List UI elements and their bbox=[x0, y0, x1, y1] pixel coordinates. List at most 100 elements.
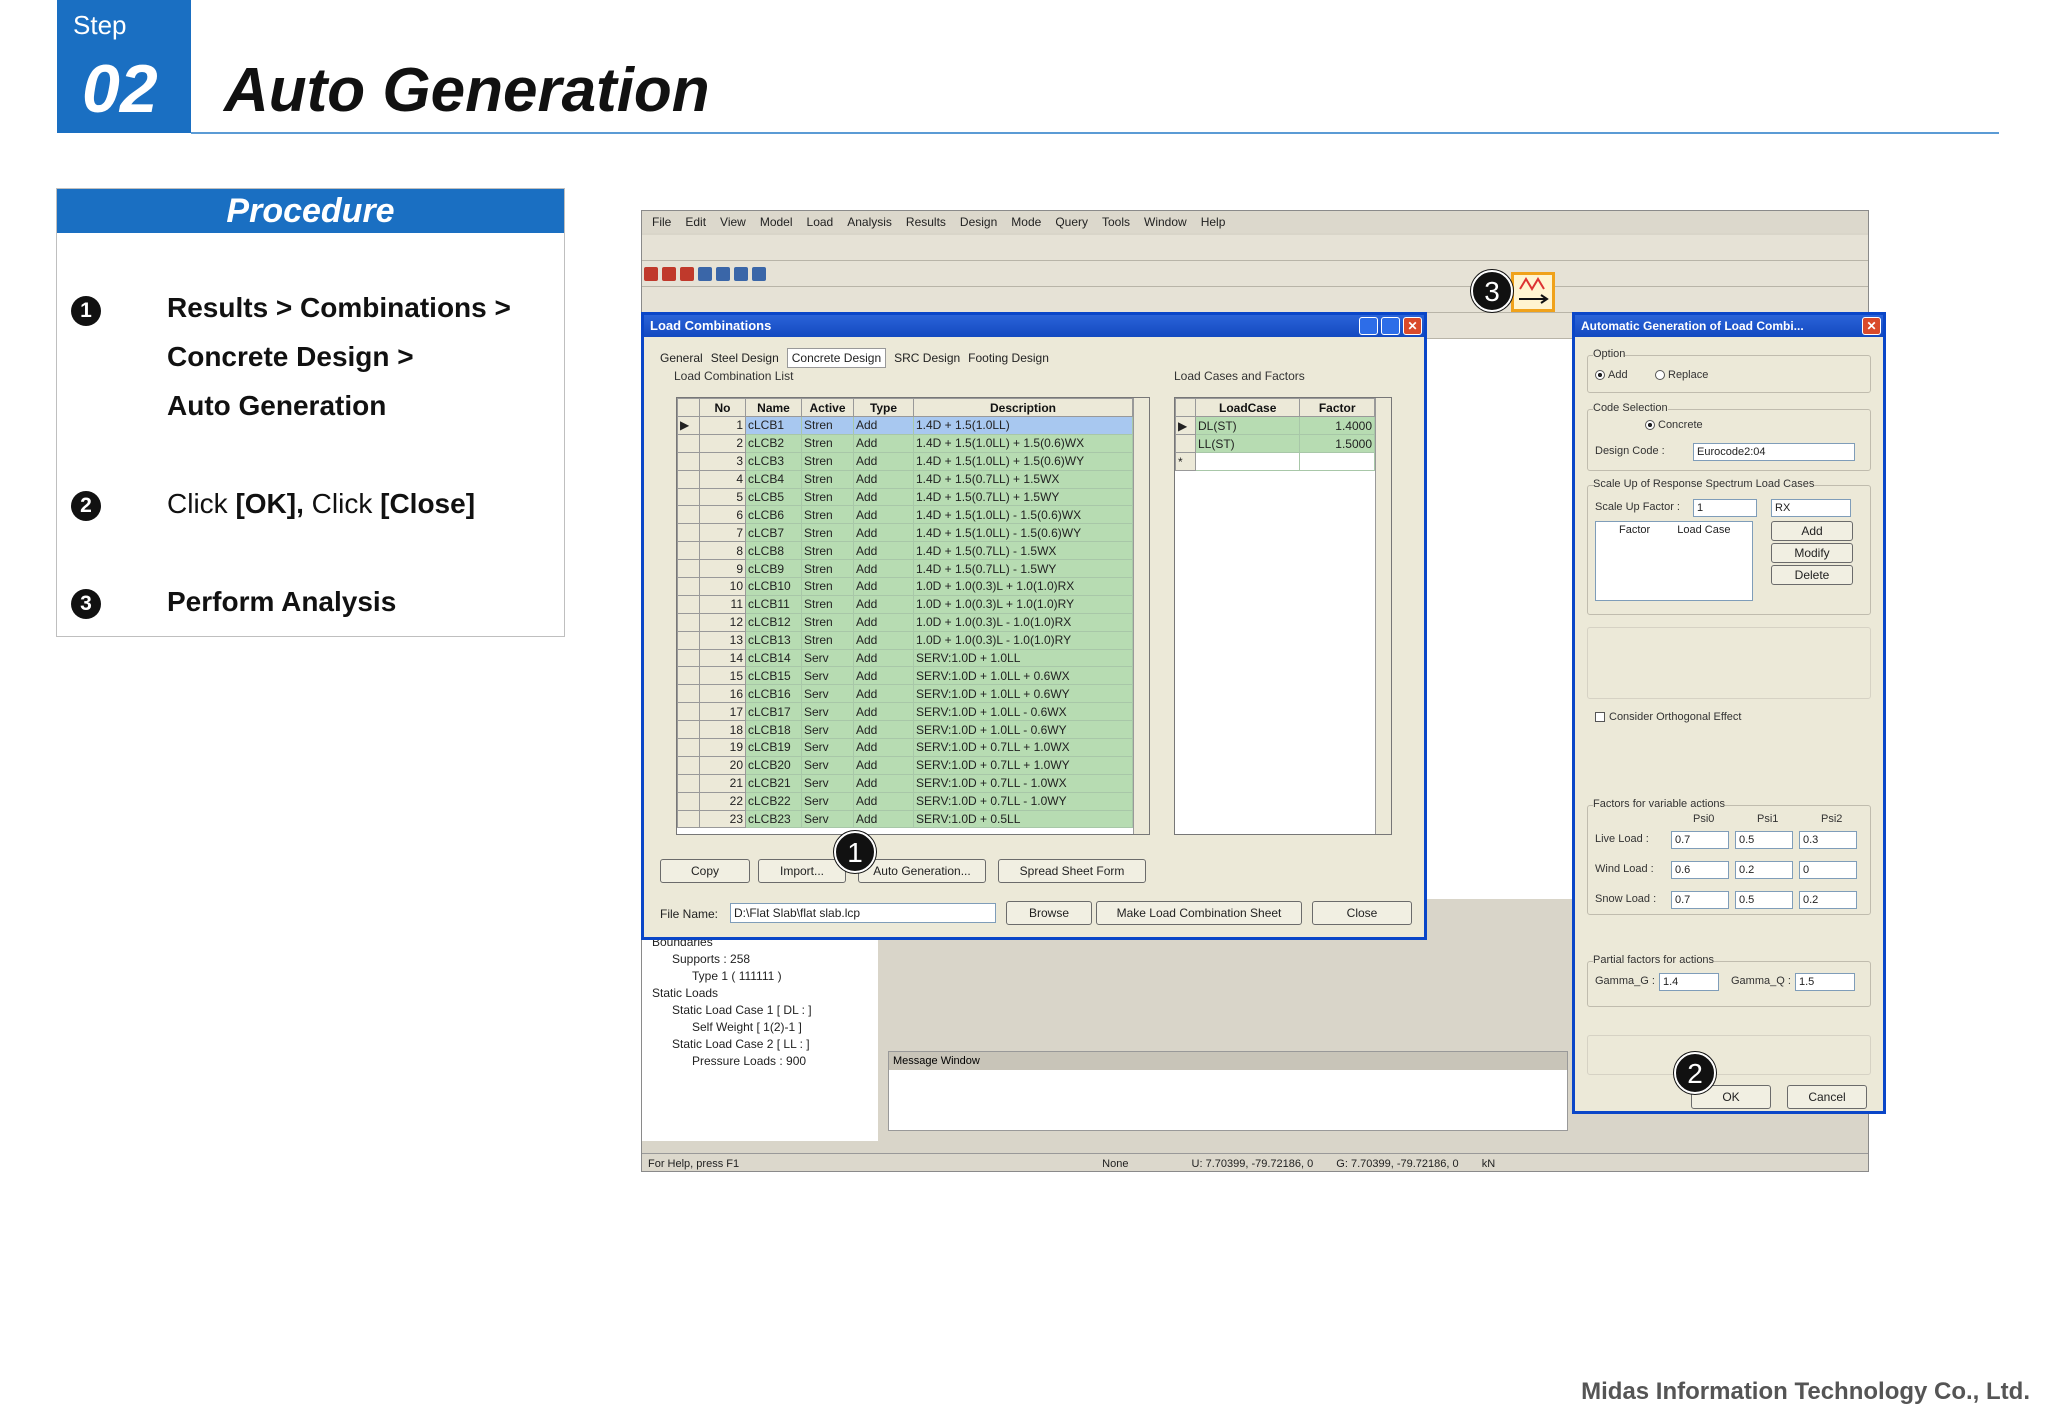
table-cell[interactable]: Add bbox=[853, 541, 914, 561]
tree-item[interactable]: Supports : 258 bbox=[642, 951, 878, 968]
load-case-factor-grid[interactable]: LoadCase Factor ▶ DL(ST) 1.4000 LL(ST) 1… bbox=[1174, 397, 1392, 835]
menu-item-query[interactable]: Query bbox=[1055, 215, 1088, 229]
table-cell[interactable]: Stren bbox=[801, 577, 854, 596]
table-cell[interactable]: cLCB5 bbox=[745, 487, 802, 507]
table-cell[interactable]: cLCB3 bbox=[745, 451, 802, 471]
tree-item[interactable]: Static Load Case 2 [ LL : ] bbox=[642, 1036, 878, 1053]
tab-steel-design[interactable]: Steel Design bbox=[711, 351, 779, 365]
table-cell[interactable]: SERV:1.0D + 0.7LL + 1.0WY bbox=[913, 755, 1133, 775]
table-row[interactable]: 20 cLCB20 Serv Add SERV:1.0D + 0.7LL + 1.0WY bbox=[677, 755, 1133, 775]
auto-generate-toolbar-icon[interactable] bbox=[1511, 272, 1555, 312]
scale-direction-select[interactable]: RX bbox=[1771, 499, 1851, 517]
tree-item[interactable]: Pressure Loads : 900 bbox=[642, 1053, 878, 1070]
menu-item-model[interactable]: Model bbox=[760, 215, 793, 229]
table-cell[interactable]: Add bbox=[853, 720, 914, 740]
factor-input[interactable]: 0.7 bbox=[1671, 831, 1729, 849]
table-cell[interactable]: Serv bbox=[801, 648, 854, 668]
table-row[interactable]: 2 cLCB2 Stren Add 1.4D + 1.5(1.0LL) + 1.5(0.… bbox=[677, 433, 1133, 453]
table-cell[interactable]: Add bbox=[853, 594, 914, 614]
table-cell[interactable]: Add bbox=[853, 559, 914, 579]
table-row[interactable]: 15 cLCB15 Serv Add SERV:1.0D + 1.0LL + 0.6WX bbox=[677, 666, 1133, 686]
table-cell[interactable]: cLCB2 bbox=[745, 433, 802, 453]
scale-factor-input[interactable]: 1 bbox=[1693, 499, 1757, 517]
table-row[interactable]: 16 cLCB16 Serv Add SERV:1.0D + 1.0LL + 0.6WY bbox=[677, 684, 1133, 704]
table-cell[interactable]: Add bbox=[853, 809, 914, 829]
table-cell[interactable]: Serv bbox=[801, 738, 854, 757]
table-cell[interactable]: Add bbox=[853, 523, 914, 543]
load-combination-grid[interactable]: No Name Active Type Description ▶ 1 cLCB1 S… bbox=[676, 397, 1150, 835]
tree-item[interactable]: Static Loads bbox=[642, 985, 878, 1002]
table-cell[interactable]: cLCB7 bbox=[745, 523, 802, 543]
table-cell[interactable]: 1.4D + 1.5(0.7LL) - 1.5WY bbox=[913, 559, 1133, 579]
make-load-combination-sheet-button[interactable]: Make Load Combination Sheet bbox=[1096, 901, 1302, 925]
factor-input[interactable]: 0 bbox=[1799, 861, 1857, 879]
table-cell[interactable]: cLCB10 bbox=[745, 577, 802, 596]
table-cell[interactable]: Add bbox=[853, 612, 914, 632]
toolbar-icon[interactable] bbox=[698, 267, 712, 281]
table-cell[interactable]: cLCB20 bbox=[745, 755, 802, 775]
menu-item-edit[interactable]: Edit bbox=[685, 215, 706, 229]
lcf-scrollbar[interactable] bbox=[1375, 398, 1391, 834]
maximize-button[interactable] bbox=[1381, 317, 1400, 335]
table-row[interactable]: 6 cLCB6 Stren Add 1.4D + 1.5(1.0LL) - 1.5(0.… bbox=[677, 505, 1133, 525]
tab-src-design[interactable]: SRC Design bbox=[894, 351, 960, 365]
factor-input[interactable]: 0.5 bbox=[1735, 891, 1793, 909]
table-cell[interactable]: 1.4D + 1.5(0.7LL) + 1.5WY bbox=[913, 487, 1133, 507]
table-cell[interactable]: Add bbox=[853, 702, 914, 722]
table-cell[interactable]: 1.4D + 1.5(1.0LL) + 1.5(0.6)WY bbox=[913, 451, 1133, 471]
menu-item-design[interactable]: Design bbox=[960, 215, 997, 229]
table-cell[interactable]: Serv bbox=[801, 809, 854, 829]
table-cell[interactable]: cLCB6 bbox=[745, 505, 802, 525]
table-cell[interactable]: cLCB15 bbox=[745, 666, 802, 686]
table-cell[interactable]: 1.0D + 1.0(0.3)L - 1.0(1.0)RX bbox=[913, 612, 1133, 632]
gamma-q-input[interactable]: 1.5 bbox=[1795, 973, 1855, 991]
option-replace-radio[interactable]: Replace bbox=[1655, 369, 1708, 381]
table-cell[interactable]: cLCB18 bbox=[745, 720, 802, 740]
factor-input[interactable]: 0.3 bbox=[1799, 831, 1857, 849]
table-cell[interactable]: Stren bbox=[801, 630, 854, 650]
lcf-row[interactable]: LL(ST) 1.5000 bbox=[1175, 434, 1375, 453]
factor-input[interactable]: 0.2 bbox=[1799, 891, 1857, 909]
table-cell[interactable]: Add bbox=[853, 577, 914, 596]
minimize-button[interactable] bbox=[1359, 317, 1378, 335]
copy-button[interactable]: Copy bbox=[660, 859, 750, 883]
table-row[interactable]: 11 cLCB11 Stren Add 1.0D + 1.0(0.3)L + 1.0(1… bbox=[677, 594, 1133, 614]
table-row[interactable]: 21 cLCB21 Serv Add SERV:1.0D + 0.7LL - 1.0WX bbox=[677, 773, 1133, 793]
table-cell[interactable]: Add bbox=[853, 469, 914, 489]
table-cell[interactable]: Serv bbox=[801, 684, 854, 704]
scale-case-list[interactable]: Factor Load Case bbox=[1595, 521, 1753, 601]
table-row[interactable]: 19 cLCB19 Serv Add SERV:1.0D + 0.7LL + 1.0WX bbox=[677, 738, 1133, 757]
toolbar-icon[interactable] bbox=[662, 267, 676, 281]
table-cell[interactable]: 1.4D + 1.5(0.7LL) - 1.5WX bbox=[913, 541, 1133, 561]
table-row[interactable]: 22 cLCB22 Serv Add SERV:1.0D + 0.7LL - 1.0WY bbox=[677, 791, 1133, 811]
lcf-new-row[interactable]: * bbox=[1175, 452, 1375, 471]
table-cell[interactable]: Stren bbox=[801, 612, 854, 632]
table-cell[interactable]: Add bbox=[853, 487, 914, 507]
table-cell[interactable]: Add bbox=[853, 648, 914, 668]
table-cell[interactable]: Add bbox=[853, 666, 914, 686]
toolbar-icon[interactable] bbox=[716, 267, 730, 281]
scale-delete-button[interactable]: Delete bbox=[1771, 565, 1853, 585]
table-cell[interactable]: 1.4D + 1.5(0.7LL) + 1.5WX bbox=[913, 469, 1133, 489]
table-cell[interactable]: 1.0D + 1.0(0.3)L + 1.0(1.0)RY bbox=[913, 594, 1133, 614]
tab-footing-design[interactable]: Footing Design bbox=[968, 351, 1049, 365]
menu-item-mode[interactable]: Mode bbox=[1011, 215, 1041, 229]
table-row[interactable]: 9 cLCB9 Stren Add 1.4D + 1.5(0.7LL) - 1.5WY bbox=[677, 559, 1133, 579]
lcf-cell[interactable]: DL(ST) bbox=[1194, 416, 1301, 435]
table-cell[interactable]: Add bbox=[853, 630, 914, 650]
cancel-button[interactable]: Cancel bbox=[1787, 1085, 1867, 1109]
import-button[interactable]: Import... bbox=[758, 859, 846, 883]
table-cell[interactable]: cLCB13 bbox=[745, 630, 802, 650]
table-row[interactable]: 12 cLCB12 Stren Add 1.0D + 1.0(0.3)L - 1.0(1… bbox=[677, 612, 1133, 632]
toolbar-icon[interactable] bbox=[680, 267, 694, 281]
table-cell[interactable]: Add bbox=[853, 791, 914, 811]
table-cell[interactable]: SERV:1.0D + 1.0LL - 0.6WX bbox=[913, 702, 1133, 722]
close-button[interactable]: Close bbox=[1312, 901, 1412, 925]
table-cell[interactable]: Add bbox=[853, 773, 914, 793]
auto-generation-button[interactable]: Auto Generation... bbox=[858, 859, 986, 883]
tree-item[interactable]: Self Weight [ 1(2)-1 ] bbox=[642, 1019, 878, 1036]
menu-item-tools[interactable]: Tools bbox=[1102, 215, 1130, 229]
table-cell[interactable]: Stren bbox=[801, 559, 854, 579]
menu-item-view[interactable]: View bbox=[720, 215, 746, 229]
table-cell[interactable]: cLCB1 bbox=[745, 416, 802, 435]
